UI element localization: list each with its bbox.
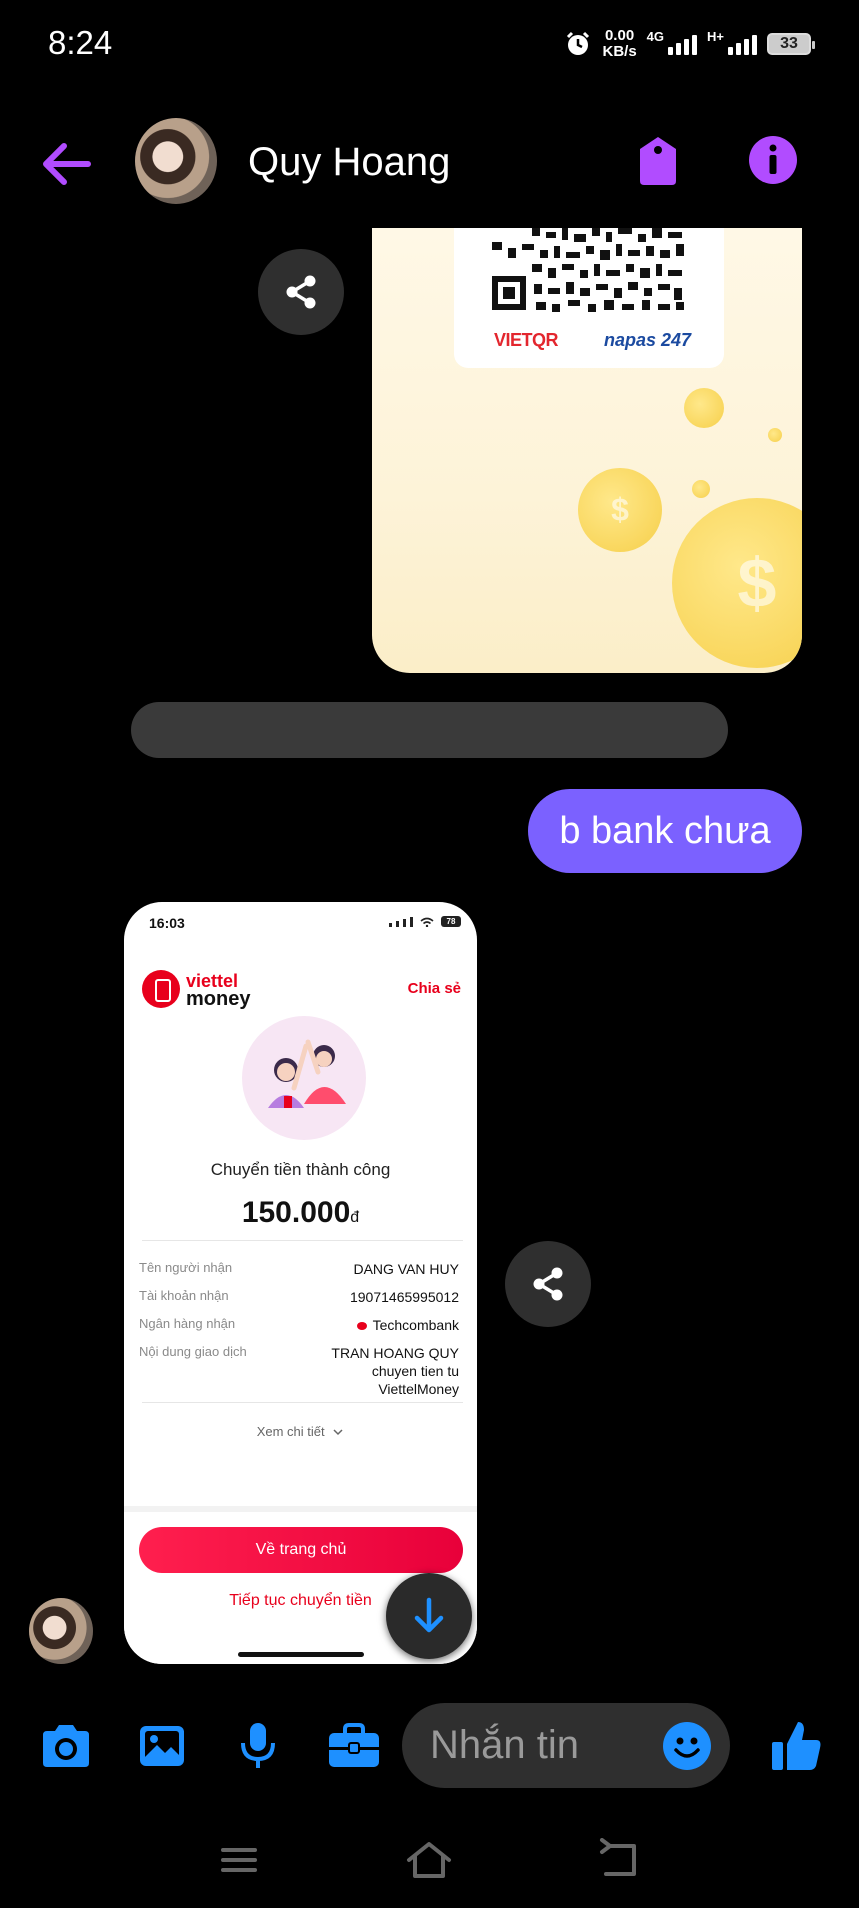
receipt-status-icons: 78 (389, 916, 461, 927)
back-nav-icon[interactable] (596, 1838, 644, 1882)
share-icon (533, 1267, 563, 1301)
row-value: DANG VAN HUY (353, 1261, 459, 1277)
row-label: Tên người nhận (139, 1260, 233, 1275)
camera-icon (43, 1725, 89, 1767)
qr-image-message[interactable]: VIETQR napas 247 $ $ (372, 228, 802, 673)
signal-icon-2 (728, 33, 757, 55)
thumbs-up-icon[interactable] (768, 1718, 824, 1774)
share-link: Chia sẻ (407, 980, 461, 997)
amount-value: 150.000 (241, 1196, 351, 1229)
receipt-row-account: Tài khoản nhận 19071465995012 (139, 1288, 459, 1308)
content-line: chuyen tien tu (371, 1363, 459, 1379)
wifi-icon (420, 917, 434, 927)
brand-line-2: money (186, 988, 251, 1010)
status-icons: 0.00 KB/s 4G H+ 33 (564, 28, 815, 60)
system-nav-bar (0, 1820, 859, 1908)
sender-avatar[interactable] (29, 1598, 93, 1664)
back-arrow-icon[interactable] (38, 140, 94, 188)
currency-symbol: đ (350, 1209, 360, 1226)
briefcase-icon (329, 1723, 379, 1767)
coin-decoration (768, 428, 782, 442)
qr-code-panel: VIETQR napas 247 (454, 228, 724, 368)
napas-logo: napas 247 (604, 330, 692, 350)
coin-decoration (684, 388, 724, 428)
home-button: Về trang chủ (139, 1527, 463, 1573)
coin-decoration: $ (672, 498, 802, 668)
row-value: Techcombank (356, 1316, 459, 1334)
divider (142, 1402, 463, 1403)
receipt-battery: 78 (441, 916, 461, 927)
share-button[interactable] (258, 249, 344, 335)
tag-icon[interactable] (636, 135, 680, 187)
success-illustration (242, 1016, 366, 1140)
microphone-icon (241, 1723, 275, 1768)
receipt-row-bank: Ngân hàng nhận Techcombank (139, 1316, 459, 1336)
receipt-row-content: Nội dung giao dịch TRAN HOANG QUY chuyen… (139, 1344, 459, 1404)
receipt-status-time: 16:03 (149, 915, 185, 931)
vietqr-logo: VIETQR (494, 330, 559, 350)
row-value: 19071465995012 (349, 1289, 459, 1305)
redacted-message (131, 702, 728, 758)
contact-name[interactable]: Quy Hoang (248, 140, 450, 185)
coin-decoration: $ (578, 468, 662, 552)
status-bar: 8:24 0.00 KB/s 4G H+ 33 (0, 0, 859, 90)
arrow-down-icon (414, 1597, 444, 1633)
emoji-icon[interactable] (663, 1722, 711, 1770)
voice-button[interactable] (230, 1718, 286, 1774)
receipt-image-message[interactable]: 16:03 78 viettel money Chia sẻ Chuyển ti… (124, 902, 477, 1664)
network-type-label-2: H+ (707, 28, 724, 44)
camera-button[interactable] (38, 1718, 94, 1774)
techcombank-logo-icon (356, 1322, 367, 1331)
transfer-amount: 150.000đ (124, 1196, 477, 1230)
content-line: TRAN HOANG QUY (331, 1345, 459, 1361)
menu-icon[interactable] (215, 1838, 263, 1882)
home-icon[interactable] (405, 1838, 453, 1882)
outgoing-message-text: b bank chưa (559, 809, 771, 852)
chevron-down-icon (333, 1429, 343, 1436)
business-tools-button[interactable] (326, 1718, 382, 1774)
alarm-icon (567, 31, 590, 55)
contact-avatar[interactable] (135, 118, 217, 204)
view-detail-link: Xem chi tiết (124, 1424, 477, 1439)
composer-bar (0, 1700, 859, 1790)
bank-name: Techcombank (372, 1317, 459, 1333)
image-icon (140, 1726, 184, 1766)
gallery-button[interactable] (134, 1718, 190, 1774)
battery-icon: 33 (767, 33, 815, 55)
outgoing-message[interactable]: b bank chưa (528, 789, 802, 873)
net-speed: 0.00 KB/s (602, 28, 636, 60)
row-label: Tài khoản nhận (139, 1288, 229, 1303)
row-label: Ngân hàng nhận (139, 1316, 236, 1331)
home-indicator (238, 1652, 364, 1657)
content-line: ViettelMoney (378, 1381, 459, 1397)
divider (142, 1240, 463, 1241)
coin-decoration (692, 480, 710, 498)
share-icon (286, 275, 316, 309)
network-type-label: 4G (646, 28, 665, 44)
view-detail-label: Xem chi tiết (256, 1424, 325, 1439)
signal-icon (668, 33, 698, 55)
info-icon[interactable] (748, 135, 798, 185)
net-speed-value: 0.00 (604, 27, 635, 44)
status-time: 8:24 (48, 24, 113, 61)
viettel-money-logo-icon (142, 970, 180, 1008)
row-label: Nội dung giao dịch (139, 1344, 247, 1359)
chat-header: Quy Hoang (0, 110, 859, 215)
net-speed-unit: KB/s (602, 43, 637, 60)
scroll-to-bottom-button[interactable] (386, 1573, 472, 1659)
transfer-success-text: Chuyển tiền thành công (210, 1160, 391, 1179)
qr-code (492, 228, 684, 312)
share-button[interactable] (505, 1241, 591, 1327)
receipt-row-recipient: Tên người nhận DANG VAN HUY (139, 1260, 459, 1280)
row-value: TRAN HOANG QUY chuyen tien tu ViettelMon… (331, 1344, 459, 1398)
